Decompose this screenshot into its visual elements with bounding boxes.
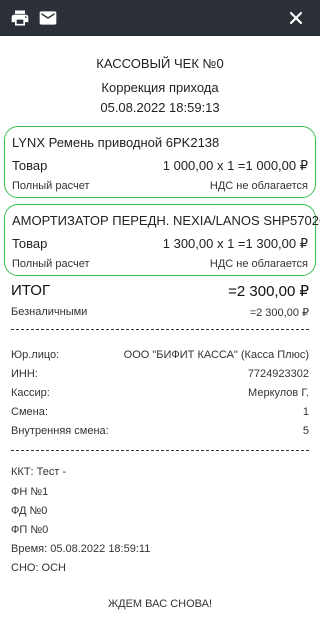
footer-message: ЖДЕМ ВАС СНОВА! [107,598,213,610]
detail-value: 5 [302,425,309,437]
cashless-label: Безналичными [11,306,88,318]
receipt-item[interactable]: LYNX Ремень приводной 6PK2138 Товар 1 00… [4,126,316,198]
receipt-operation: Коррекция прихода [101,80,219,95]
item-payment: Полный расчет [12,258,90,270]
total-value: =2 300,00 ₽ [228,283,309,300]
item-type: Товар [12,236,48,251]
divider [11,450,309,451]
total-row: ИТОГ =2 300,00 ₽ [11,282,309,300]
receipt-toolbar [0,0,320,36]
detail-row: Смена: 1 [11,406,309,418]
fp-line: ФП №0 [11,524,49,536]
item-vat: НДС не облагается [209,258,308,270]
item-calc: 1 300,00 x 1 =1 300,00 ₽ [162,236,308,251]
time-line: Время: 05.08.2022 18:59:11 [11,543,151,555]
detail-label: ИНН: [11,368,38,380]
detail-value: Меркулов Г. [248,387,309,399]
detail-row: ИНН: 7724923302 [11,368,309,380]
receipt-datetime: 05.08.2022 18:59:13 [100,100,220,115]
kkt-line: ККТ: Тест - [11,466,67,478]
detail-row: Юр.лицо: ООО "БИФИТ КАССА" (Касса Плюс) [11,349,309,361]
item-type: Товар [12,158,48,173]
receipt-item[interactable]: АМОРТИЗАТОР ПЕРЕДН. NEXIA/LANOS SHP5702O… [4,204,320,276]
sno-line: СНО: ОСН [11,562,66,574]
item-calc: 1 000,00 x 1 =1 000,00 ₽ [162,158,308,173]
total-label: ИТОГ [11,282,51,299]
item-name: LYNX Ремень приводной 6PK2138 [12,135,220,150]
detail-value: ООО "БИФИТ КАССА" (Касса Плюс) [123,349,309,361]
item-vat: НДС не облагается [209,180,308,192]
detail-label: Кассир: [11,387,50,399]
cashless-value: =2 300,00 ₽ [249,307,309,319]
detail-value: 1 [302,406,309,418]
detail-row: Внутренняя смена: 5 [11,425,309,437]
cashless-row: Безналичными =2 300,00 ₽ [11,306,309,319]
receipt: КАССОВЫЙ ЧЕК №0 Коррекция прихода 05.08.… [0,36,320,625]
receipt-title: КАССОВЫЙ ЧЕК №0 [96,56,224,71]
fn-line: ФН №1 [11,486,49,498]
envelope-icon[interactable] [38,8,58,28]
detail-row: Кассир: Меркулов Г. [11,387,309,399]
close-icon[interactable] [286,8,306,28]
fd-line: ФД №0 [11,505,48,517]
printer-icon[interactable] [10,8,30,28]
divider [11,329,309,330]
detail-label: Внутренняя смена: [11,425,109,437]
detail-value: 7724923302 [247,368,309,380]
detail-label: Смена: [11,406,48,418]
detail-label: Юр.лицо: [11,349,60,361]
item-name: АМОРТИЗАТОР ПЕРЕДН. NEXIA/LANOS SHP5702O [12,213,320,228]
item-payment: Полный расчет [12,180,90,192]
